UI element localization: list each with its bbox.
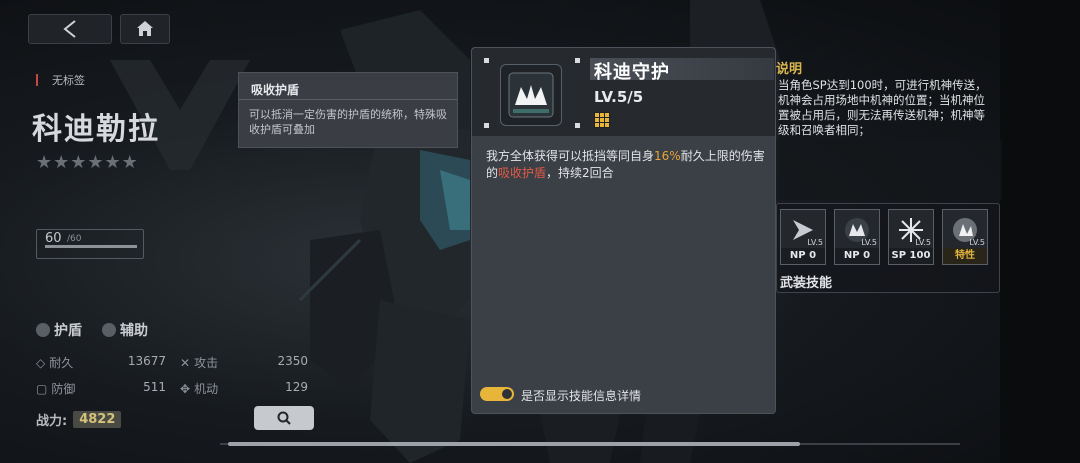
power-label: 战力: bbox=[36, 414, 68, 429]
level-max: /60 bbox=[67, 234, 82, 244]
exp-bar-fill bbox=[45, 245, 137, 248]
stat-defense: ▢ 防御 bbox=[36, 381, 76, 397]
support-icon bbox=[102, 323, 116, 337]
shield-icon bbox=[36, 323, 50, 337]
description-title: 说明 bbox=[776, 62, 803, 77]
tag-label: 无标签 bbox=[52, 74, 85, 87]
zoom-button[interactable] bbox=[254, 406, 314, 430]
skill-slot-4[interactable]: LV.5 特性 bbox=[942, 209, 988, 265]
trait-list: 护盾 辅助 bbox=[36, 320, 148, 340]
trait-support: 辅助 bbox=[102, 320, 148, 340]
toggle-knob bbox=[502, 389, 512, 399]
skill-emblem bbox=[508, 72, 554, 118]
absorb-shield-keyword[interactable]: 吸收护盾 bbox=[498, 166, 546, 180]
attack-icon: ✕ bbox=[180, 355, 191, 370]
skill-name: 科迪守护 bbox=[594, 62, 670, 83]
star-rating: ★★★★★★ bbox=[36, 152, 139, 173]
shield-percent: 16% bbox=[654, 149, 681, 163]
frame-corner bbox=[484, 58, 489, 63]
stat-defense-value: 511 bbox=[143, 380, 166, 394]
power-value: 4822 bbox=[73, 411, 122, 428]
trait-shield: 护盾 bbox=[36, 320, 82, 340]
skill-slot-2[interactable]: LV.5 NP 0 bbox=[834, 209, 880, 265]
skill-detail-popup: 科迪守护 LV.5/5 我方全体获得可以抵挡等同自身16%耐久上限的伤害的吸收护… bbox=[471, 47, 776, 414]
tooltip-title: 吸收护盾 bbox=[251, 83, 300, 97]
skill-level: LV.5/5 bbox=[594, 88, 644, 106]
back-button[interactable] bbox=[28, 14, 112, 44]
scrollbar-thumb[interactable] bbox=[228, 442, 800, 446]
frame-corner bbox=[575, 58, 580, 63]
skill-description: 我方全体获得可以抵挡等同自身16%耐久上限的伤害的吸收护盾，持续2回合 bbox=[486, 149, 765, 180]
magnifier-icon bbox=[277, 411, 291, 425]
back-arrow-icon bbox=[63, 20, 76, 38]
tooltip-divider bbox=[239, 99, 457, 100]
frame-corner bbox=[484, 123, 489, 128]
level-panel: 60 /60 bbox=[36, 229, 144, 259]
stat-attack: ✕ 攻击 bbox=[180, 355, 219, 371]
detail-toggle-label: 是否显示技能信息详情 bbox=[521, 389, 642, 403]
skill-slot-1[interactable]: LV.5 NP 0 bbox=[780, 209, 826, 265]
stat-attack-value: 2350 bbox=[277, 354, 308, 368]
frame-corner bbox=[575, 123, 580, 128]
mobility-icon: ✥ bbox=[180, 381, 191, 396]
tooltip-body: 可以抵消一定伤害的护盾的统称，特殊吸收护盾可叠加 bbox=[249, 108, 447, 136]
description-text: 当角色SP达到100时，可进行机神传送，机神会占用场地中机神的位置；当机神位置被… bbox=[778, 78, 987, 137]
home-icon bbox=[137, 21, 153, 36]
character-tag: 无标签 bbox=[36, 72, 85, 88]
skill-slot-3[interactable]: LV.5 SP 100 bbox=[888, 209, 934, 265]
home-button[interactable] bbox=[120, 14, 170, 44]
character-name: 科迪勒拉 bbox=[32, 112, 160, 147]
armed-skill-label: 武装技能 bbox=[780, 276, 833, 291]
stat-durability-value: 13677 bbox=[127, 354, 166, 368]
guardian-skill-icon bbox=[500, 64, 562, 126]
tag-accent-bar bbox=[36, 74, 38, 86]
stat-mobility: ✥ 机动 bbox=[180, 381, 219, 397]
durability-icon: ◇ bbox=[36, 355, 46, 370]
combat-power: 战力: 4822 bbox=[36, 410, 122, 429]
detail-toggle[interactable] bbox=[480, 387, 514, 401]
level-current: 60 bbox=[45, 231, 62, 246]
keyword-tooltip: 吸收护盾 可以抵消一定伤害的护盾的统称，特殊吸收护盾可叠加 bbox=[238, 72, 458, 148]
defense-icon: ▢ bbox=[36, 381, 48, 396]
grid-icon bbox=[594, 112, 610, 128]
stat-durability: ◇ 耐久 bbox=[36, 355, 74, 371]
stat-mobility-value: 129 bbox=[285, 380, 308, 394]
